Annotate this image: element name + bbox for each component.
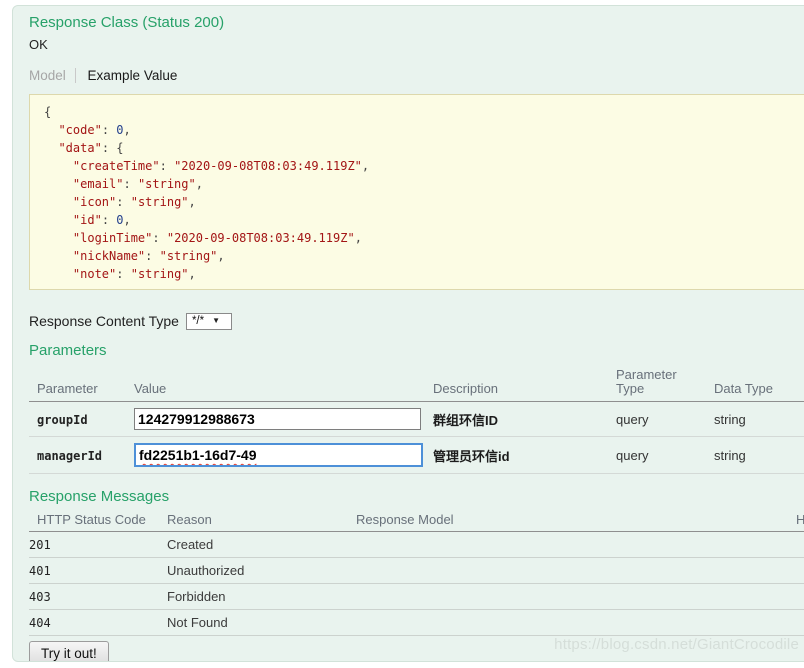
status-reason: Forbidden [167,589,226,604]
table-row-403: 403 Forbidden [29,584,804,610]
table-row-groupid: groupId 群组环信ID query string [29,402,804,437]
tab-example-value[interactable]: Example Value [80,68,178,83]
col-parameter-type: Parameter Type [616,366,714,402]
param-type: query [616,412,649,427]
tab-model[interactable]: Model [29,68,76,83]
response-messages-table: HTTP Status Code Reason Response Model H… [29,512,804,636]
parameters-table-wrap: Parameter Value Description Parameter Ty… [29,366,804,474]
col-value: Value [134,366,433,402]
response-messages-heading: Response Messages [29,488,804,506]
response-content-type-select[interactable]: */* ▼ [186,313,232,330]
param-data-type: string [714,412,746,427]
col-parameter: Parameter [29,366,134,402]
response-class-status-text: OK [29,36,804,53]
try-it-out-button[interactable]: Try it out! [29,641,109,662]
table-row-404: 404 Not Found [29,610,804,636]
col-description: Description [433,366,616,402]
code-line: "nickName": "string", [44,247,790,265]
messages-header-row: HTTP Status Code Reason Response Model H… [29,512,804,532]
table-row-401: 401 Unauthorized [29,558,804,584]
managerid-input[interactable]: fd2251b1-16d7-49 [134,443,423,467]
response-messages-table-wrap: HTTP Status Code Reason Response Model H… [29,512,804,636]
table-row-201: 201 Created [29,532,804,558]
param-name-groupid: groupId [37,413,88,427]
col-reason: Reason [167,512,356,532]
param-name-managerid: managerId [37,449,102,463]
param-data-type: string [714,448,746,463]
parameters-header-row: Parameter Value Description Parameter Ty… [29,366,804,402]
chevron-down-icon: ▼ [212,316,220,325]
response-content-type-value: */* [192,315,204,327]
code-line: "loginTime": "2020-09-08T08:03:49.119Z", [44,229,790,247]
status-reason: Not Found [167,615,228,630]
code-line: "code": 0, [44,121,790,139]
code-line: "data": { [44,139,790,157]
col-response-model: Response Model [356,512,796,532]
col-data-type: Data Type [714,366,804,402]
response-content-type-label: Response Content Type [29,313,179,329]
status-code: 401 [29,564,51,578]
status-reason: Created [167,537,213,552]
col-headers: Headers [796,512,804,532]
param-description: 管理员环信id [433,449,510,464]
status-code: 404 [29,616,51,630]
code-line: "createTime": "2020-09-08T08:03:49.119Z"… [44,157,790,175]
code-line: "email": "string", [44,175,790,193]
code-line: "id": 0, [44,211,790,229]
col-http-status-code: HTTP Status Code [29,512,167,532]
managerid-input-value: fd2251b1-16d7-49 [139,447,257,463]
response-class-heading: Response Class (Status 200) [29,14,804,32]
parameters-heading: Parameters [29,342,804,360]
code-line: { [44,103,790,121]
table-row-managerid: managerId fd2251b1-16d7-49 管理员环信id query… [29,437,804,474]
status-code: 201 [29,538,51,552]
param-type: query [616,448,649,463]
status-code: 403 [29,590,51,604]
response-content-type-row: Response Content Type */* ▼ [29,310,804,332]
param-description: 群组环信ID [433,413,498,428]
parameters-table: Parameter Value Description Parameter Ty… [29,366,804,474]
example-value-code-block[interactable]: { "code": 0, "data": { "createTime": "20… [29,94,804,290]
code-line: "icon": "string", [44,193,790,211]
model-example-tabs: Model Example Value [29,67,804,84]
groupid-input[interactable] [134,408,421,430]
status-reason: Unauthorized [167,563,244,578]
code-line: "note": "string", [44,265,790,283]
operation-response-panel: Response Class (Status 200) OK Model Exa… [12,5,804,662]
